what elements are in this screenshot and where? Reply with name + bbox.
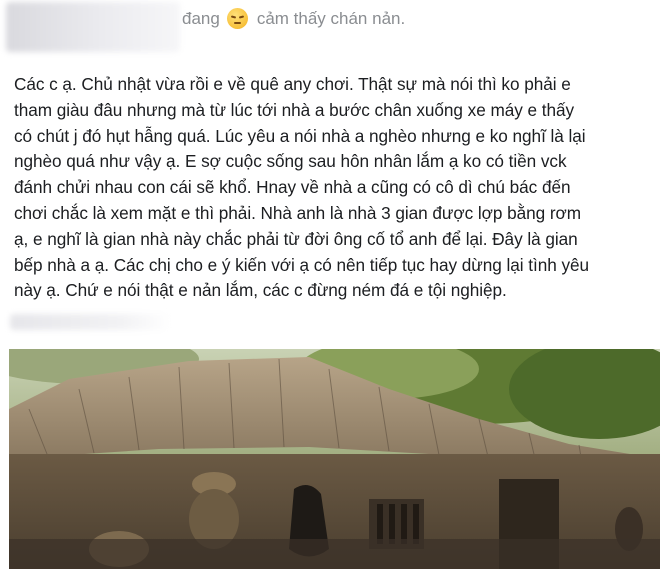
post-header: đang cảm thấy chán nản. bbox=[0, 0, 660, 60]
post-photo[interactable] bbox=[9, 349, 660, 569]
sad-face-icon bbox=[226, 8, 248, 29]
blurred-caption bbox=[10, 314, 170, 330]
feeling-status: đang cảm thấy chán nản. bbox=[182, 8, 405, 29]
feeling-text[interactable]: cảm thấy chán nản. bbox=[257, 9, 405, 29]
blurred-author-name[interactable] bbox=[6, 2, 180, 52]
status-prefix: đang bbox=[182, 8, 220, 28]
post-body-text: Các c ạ. Chủ nhật vừa rồi e về quê any c… bbox=[14, 74, 590, 301]
